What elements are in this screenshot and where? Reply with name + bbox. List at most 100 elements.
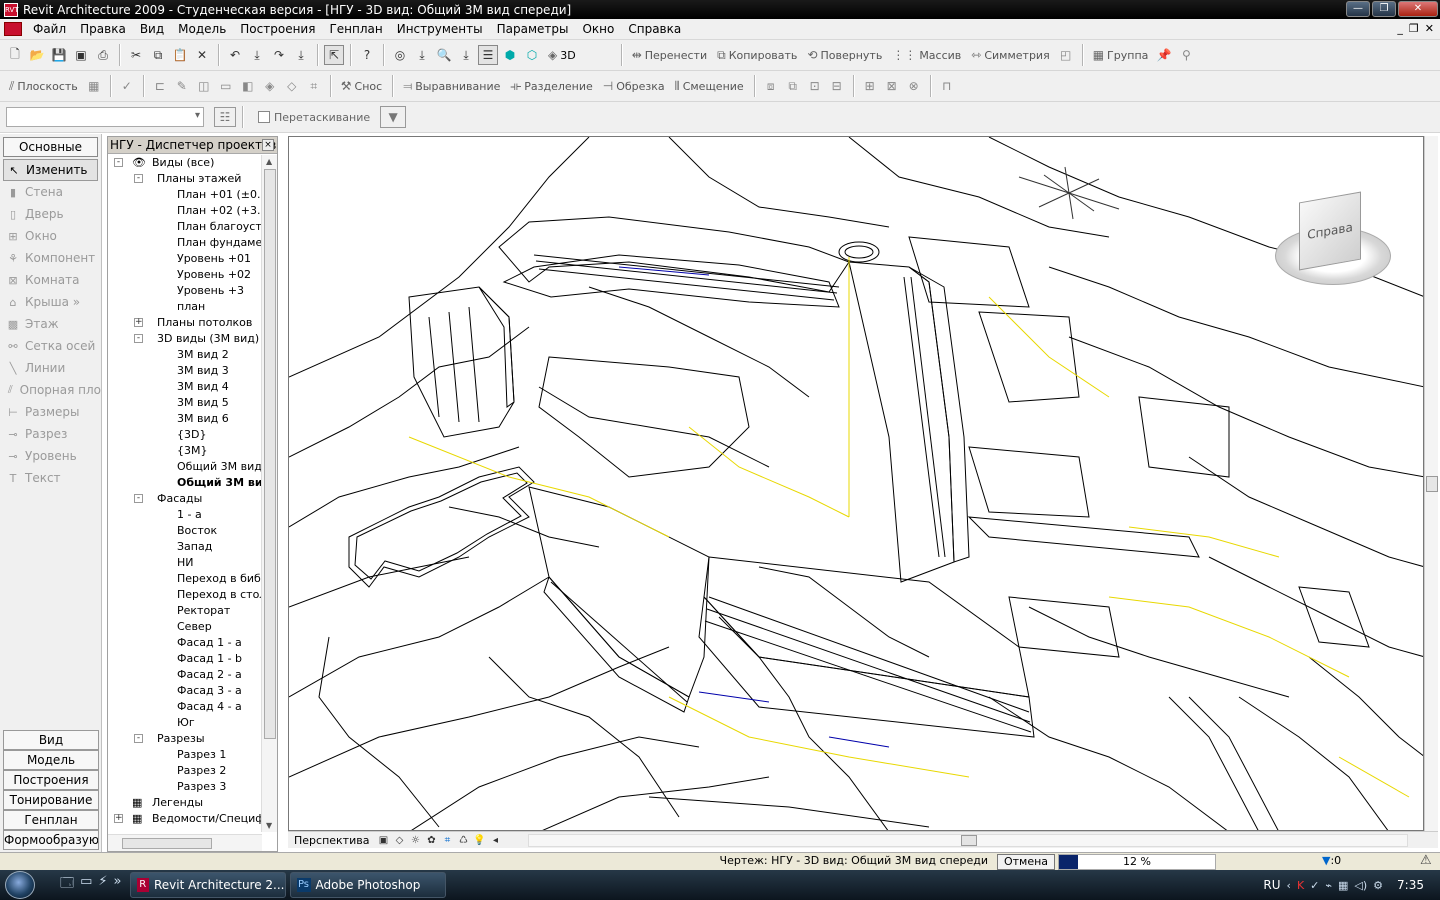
revit-app-icon[interactable]: RVT [4,2,19,17]
room-tool[interactable]: ⊠ Комната [0,269,101,291]
ref-plane-tool[interactable]: ⫽ Опорная пло [0,379,101,401]
explorer-icon[interactable]: 🗔 [60,874,74,896]
scroll-thumb[interactable] [122,838,212,849]
type-selector[interactable] [6,107,204,127]
app-shortcut-icon[interactable]: ⚡ [98,874,107,896]
menu-view[interactable]: Вид [133,22,171,36]
tree-node[interactable]: {3М} [108,443,262,459]
collapse-icon[interactable]: - [134,334,143,343]
lighting-icon[interactable]: ✿ [423,835,439,846]
tree-node[interactable]: Общий 3М вид [108,475,262,491]
tab-model[interactable]: Модель [3,750,99,770]
zoom-icon[interactable]: 🔍 [434,45,454,65]
doc-restore-button[interactable]: ❐ [1409,22,1419,35]
sun-path-icon[interactable]: ☼ [407,835,423,846]
element-properties-icon[interactable]: ☷ [214,107,236,127]
thin-lines-icon[interactable]: ☰ [478,45,498,65]
antivirus-icon[interactable]: K [1297,879,1304,892]
cut-geometry-icon[interactable]: ◈ [260,76,280,96]
close-icon[interactable]: × [262,139,274,151]
tree-node[interactable]: Ректорат [108,603,262,619]
tree-node[interactable]: 3М вид 5 [108,395,262,411]
power-icon[interactable]: ⌁ [1325,879,1332,892]
collapse-icon[interactable]: - [134,174,143,183]
security-icon[interactable]: ✓ [1310,879,1319,892]
tree-node[interactable]: Общий 3М вид с [108,459,262,475]
split-button[interactable]: ⟛ Разделение [510,79,592,94]
tab-view[interactable]: Вид [3,730,99,750]
save-central-icon[interactable]: ▣ [71,45,91,65]
minimize-button[interactable]: — [1346,1,1370,17]
tree-node[interactable]: - Планы этажей [108,171,262,187]
tray-expand-icon[interactable]: ‹ [1287,879,1291,892]
text-tool[interactable]: T Текст [0,467,101,489]
view-cube[interactable]: Справа [1271,191,1401,297]
collapse-icon[interactable]: - [114,158,123,167]
shadows-icon[interactable]: ◇ [391,835,407,846]
model-graphics-icon[interactable]: ▣ [375,835,391,846]
light-bulb-icon[interactable]: 💡 [471,835,487,846]
tree-node[interactable]: Север [108,619,262,635]
grid-tool[interactable]: ⚯ Сетка осей [0,335,101,357]
tab-massing[interactable]: Формообразующи [3,830,99,850]
copy-button[interactable]: ⧉ Копировать [717,48,797,63]
tree-node[interactable]: Фасад 3 - а [108,683,262,699]
tree-node[interactable]: Уровень +3 [108,283,262,299]
scroll-down-icon[interactable]: ▼ [266,821,272,830]
tree-node[interactable]: Переход в библи [108,571,262,587]
measure-icon[interactable]: ⊓ [937,76,957,96]
zoom-options-icon[interactable]: ⤓ [456,45,476,65]
undo-icon[interactable]: ↶ [225,45,245,65]
tree-node[interactable]: Фасад 4 - а [108,699,262,715]
tree-node[interactable]: Восток [108,523,262,539]
move-button[interactable]: ⇹ Перенести [632,48,707,62]
paste-icon[interactable]: 📋 [170,45,190,65]
view-vertical-scrollbar[interactable] [1424,136,1438,831]
scroll-thumb[interactable] [961,835,977,846]
filter-icon[interactable]: ▼ [380,106,407,128]
quick-launch-expand-icon[interactable]: » [114,874,122,896]
tree-node[interactable]: 3М вид 2 [108,347,262,363]
component-tool[interactable]: ⚘ Компонент [0,247,101,269]
menu-window[interactable]: Окно [575,22,621,36]
menu-settings[interactable]: Параметры [490,22,576,36]
volume-icon[interactable]: ◁) [1354,879,1367,892]
network-icon[interactable]: ▦ [1338,879,1348,892]
modify-tool[interactable]: ↖ Изменить [3,159,98,181]
tree-node[interactable]: План +01 (±0.000 [108,187,262,203]
menu-model[interactable]: Модель [171,22,233,36]
scroll-thumb[interactable] [264,169,276,739]
tree-node[interactable]: план [108,299,262,315]
wall-joins-icon[interactable]: ⌗ [304,76,324,96]
default-3d-view-icon[interactable]: ⬢ [500,45,520,65]
start-button[interactable] [0,870,40,900]
doc-close-button[interactable]: ✕ [1425,22,1434,35]
task-photoshop[interactable]: Ps Adobe Photoshop [289,872,446,898]
print-icon[interactable]: ⎙ [93,45,113,65]
section-tool[interactable]: ⊸ Разрез [0,423,101,445]
window-tool[interactable]: ⊞ Окно [0,225,101,247]
show-desktop-icon[interactable]: ▭ [80,874,92,896]
selection-filter[interactable]: ▼:0 [1322,854,1341,867]
tree-node[interactable]: Юг [108,715,262,731]
doc-icon[interactable] [4,22,22,36]
hide-isolate-icon[interactable]: ♺ [455,835,471,846]
wall-tool[interactable]: ▮ Стена [0,181,101,203]
linework-icon[interactable]: ⊞ [860,76,880,96]
menu-help[interactable]: Справка [621,22,688,36]
copy-to-clipboard-icon[interactable]: ⧈ [761,76,781,96]
tree-node[interactable]: Переход в столо [108,587,262,603]
tree-node[interactable]: 3М вид 6 [108,411,262,427]
3d-view-button[interactable]: ◈ 3D [548,48,576,62]
door-tool[interactable]: ▯ Дверь [0,203,101,225]
menu-edit[interactable]: Правка [73,22,133,36]
align-button[interactable]: ⫤ Выравнивание [403,79,500,94]
tab-site[interactable]: Генплан [3,810,99,830]
tab-rendering[interactable]: Тонирование [3,790,99,810]
unjoin-icon[interactable]: ◧ [238,76,258,96]
zoom-dropdown-icon[interactable]: ⤓ [412,45,432,65]
expand-icon[interactable]: + [114,814,123,823]
resize-icon[interactable]: ◰ [1056,45,1076,65]
projection-mode[interactable]: Перспектива [288,834,375,847]
clock[interactable]: 7:35 [1397,878,1424,892]
